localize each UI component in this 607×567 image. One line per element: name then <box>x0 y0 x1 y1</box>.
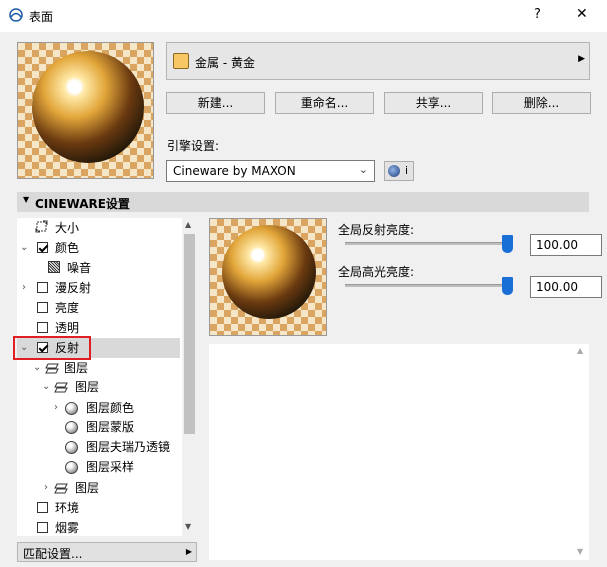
tree-item-diffuse[interactable]: 漫反射 <box>55 280 91 296</box>
color-checkbox[interactable] <box>37 242 48 253</box>
reflection-slider-track[interactable] <box>345 242 513 245</box>
fog-checkbox[interactable] <box>37 522 48 533</box>
share-button[interactable]: 共享... <box>384 92 483 114</box>
cineware-section-header[interactable]: ▼ CINEWARE设置 <box>17 192 589 212</box>
expand-icon[interactable]: ⌄ <box>20 340 28 356</box>
reflection-value-input[interactable]: 100.00 <box>530 234 602 256</box>
layer-icon <box>54 483 68 495</box>
tree-item-layer[interactable]: 图层 <box>64 360 88 376</box>
highlight-brightness-label: 全局高光亮度: <box>338 265 415 279</box>
channel-settings-area <box>209 344 574 560</box>
layer-icon <box>45 363 59 375</box>
scroll-up-icon[interactable]: ▲ <box>577 346 583 355</box>
tree-item-reflection[interactable]: 反射 <box>55 340 79 356</box>
tree-item-layer[interactable]: 图层 <box>75 379 99 395</box>
tree-item-layer-color[interactable]: 图层颜色 <box>86 400 134 416</box>
material-name: 金属 - 黄金 <box>195 56 255 70</box>
channel-tree: ▲ ▼ 大小 ⌄ 颜色 噪音 › 漫反射 亮度 透明 ⌄ 反射 ⌄ 图层 ⌄ 图… <box>13 218 197 536</box>
tree-item-fog[interactable]: 烟雾 <box>55 520 79 536</box>
tree-item-transparency[interactable]: 透明 <box>55 320 79 336</box>
tree-item-luminance[interactable]: 亮度 <box>55 300 79 316</box>
expand-right-icon[interactable]: › <box>44 480 48 496</box>
match-settings-label: 匹配设置... <box>23 547 83 561</box>
scroll-thumb[interactable] <box>184 234 195 434</box>
size-icon <box>35 220 48 233</box>
rename-button[interactable]: 重命名... <box>275 92 374 114</box>
expand-icon[interactable]: ⌄ <box>20 240 28 256</box>
highlight-slider-track[interactable] <box>345 284 513 287</box>
expand-right-icon[interactable]: › <box>54 400 58 416</box>
transparency-checkbox[interactable] <box>37 322 48 333</box>
shader-ball-icon <box>65 441 78 454</box>
tree-item-layer-fresnel[interactable]: 图层夫瑞乃透镜 <box>86 439 170 455</box>
close-button[interactable]: ✕ <box>576 6 588 22</box>
chevron-right-icon: ▶ <box>578 54 585 64</box>
highlight-value-input[interactable]: 100.00 <box>530 276 602 298</box>
tree-item-layer[interactable]: 图层 <box>75 480 99 496</box>
tree-scrollbar[interactable]: ▲ ▼ <box>182 218 197 536</box>
collapse-icon: ▼ <box>23 195 30 204</box>
title-bar <box>0 0 607 32</box>
scroll-up-icon[interactable]: ▲ <box>185 220 191 229</box>
engine-info-button[interactable]: i <box>384 161 414 181</box>
info-icon: i <box>405 164 409 177</box>
app-icon <box>9 8 23 22</box>
preview-sphere <box>32 51 144 163</box>
shader-ball-icon <box>65 402 78 415</box>
window-title: 表面 <box>29 10 54 24</box>
cinema4d-icon <box>388 165 400 177</box>
material-selector[interactable]: 金属 - 黄金 ▶ <box>166 42 590 80</box>
delete-button[interactable]: 删除... <box>492 92 591 114</box>
section-title: CINEWARE设置 <box>35 197 130 211</box>
match-settings-button[interactable]: 匹配设置... ▶ <box>17 542 197 562</box>
noise-icon <box>48 261 60 273</box>
diffuse-checkbox[interactable] <box>37 282 48 293</box>
new-button[interactable]: 新建... <box>166 92 265 114</box>
expand-icon[interactable]: ⌄ <box>42 379 50 395</box>
layer-icon <box>54 382 68 394</box>
chevron-right-icon: ▶ <box>185 547 192 556</box>
luminance-checkbox[interactable] <box>37 302 48 313</box>
scroll-down-icon[interactable]: ▼ <box>577 547 583 556</box>
reflection-brightness-label: 全局反射亮度: <box>338 223 415 237</box>
channel-preview <box>209 218 327 336</box>
tree-item-layer-sampling[interactable]: 图层采样 <box>86 459 134 475</box>
tree-item-size[interactable]: 大小 <box>55 220 79 236</box>
environment-checkbox[interactable] <box>37 502 48 513</box>
reflection-checkbox[interactable] <box>37 342 48 353</box>
tree-item-noise[interactable]: 噪音 <box>67 260 91 276</box>
engine-select[interactable]: Cineware by MAXON ⌄ <box>166 160 375 182</box>
material-preview <box>17 42 154 179</box>
expand-right-icon[interactable]: › <box>22 280 26 296</box>
material-swatch <box>173 53 189 69</box>
right-scrollbar[interactable]: ▲ ▼ <box>574 344 589 560</box>
chevron-down-icon: ⌄ <box>358 163 368 176</box>
tree-item-environment[interactable]: 环境 <box>55 500 79 516</box>
channel-preview-sphere <box>222 225 316 319</box>
tree-item-layer-mask[interactable]: 图层蒙版 <box>86 419 134 435</box>
engine-value: Cineware by MAXON <box>173 164 296 178</box>
tree-item-color[interactable]: 颜色 <box>55 240 79 256</box>
highlight-slider-thumb[interactable] <box>502 277 513 295</box>
engine-label: 引擎设置: <box>167 139 220 153</box>
shader-ball-icon <box>65 421 78 434</box>
help-button[interactable]: ? <box>534 7 541 22</box>
shader-ball-icon <box>65 461 78 474</box>
expand-icon[interactable]: ⌄ <box>33 360 41 376</box>
reflection-slider-thumb[interactable] <box>502 235 513 253</box>
scroll-down-icon[interactable]: ▼ <box>185 522 191 531</box>
